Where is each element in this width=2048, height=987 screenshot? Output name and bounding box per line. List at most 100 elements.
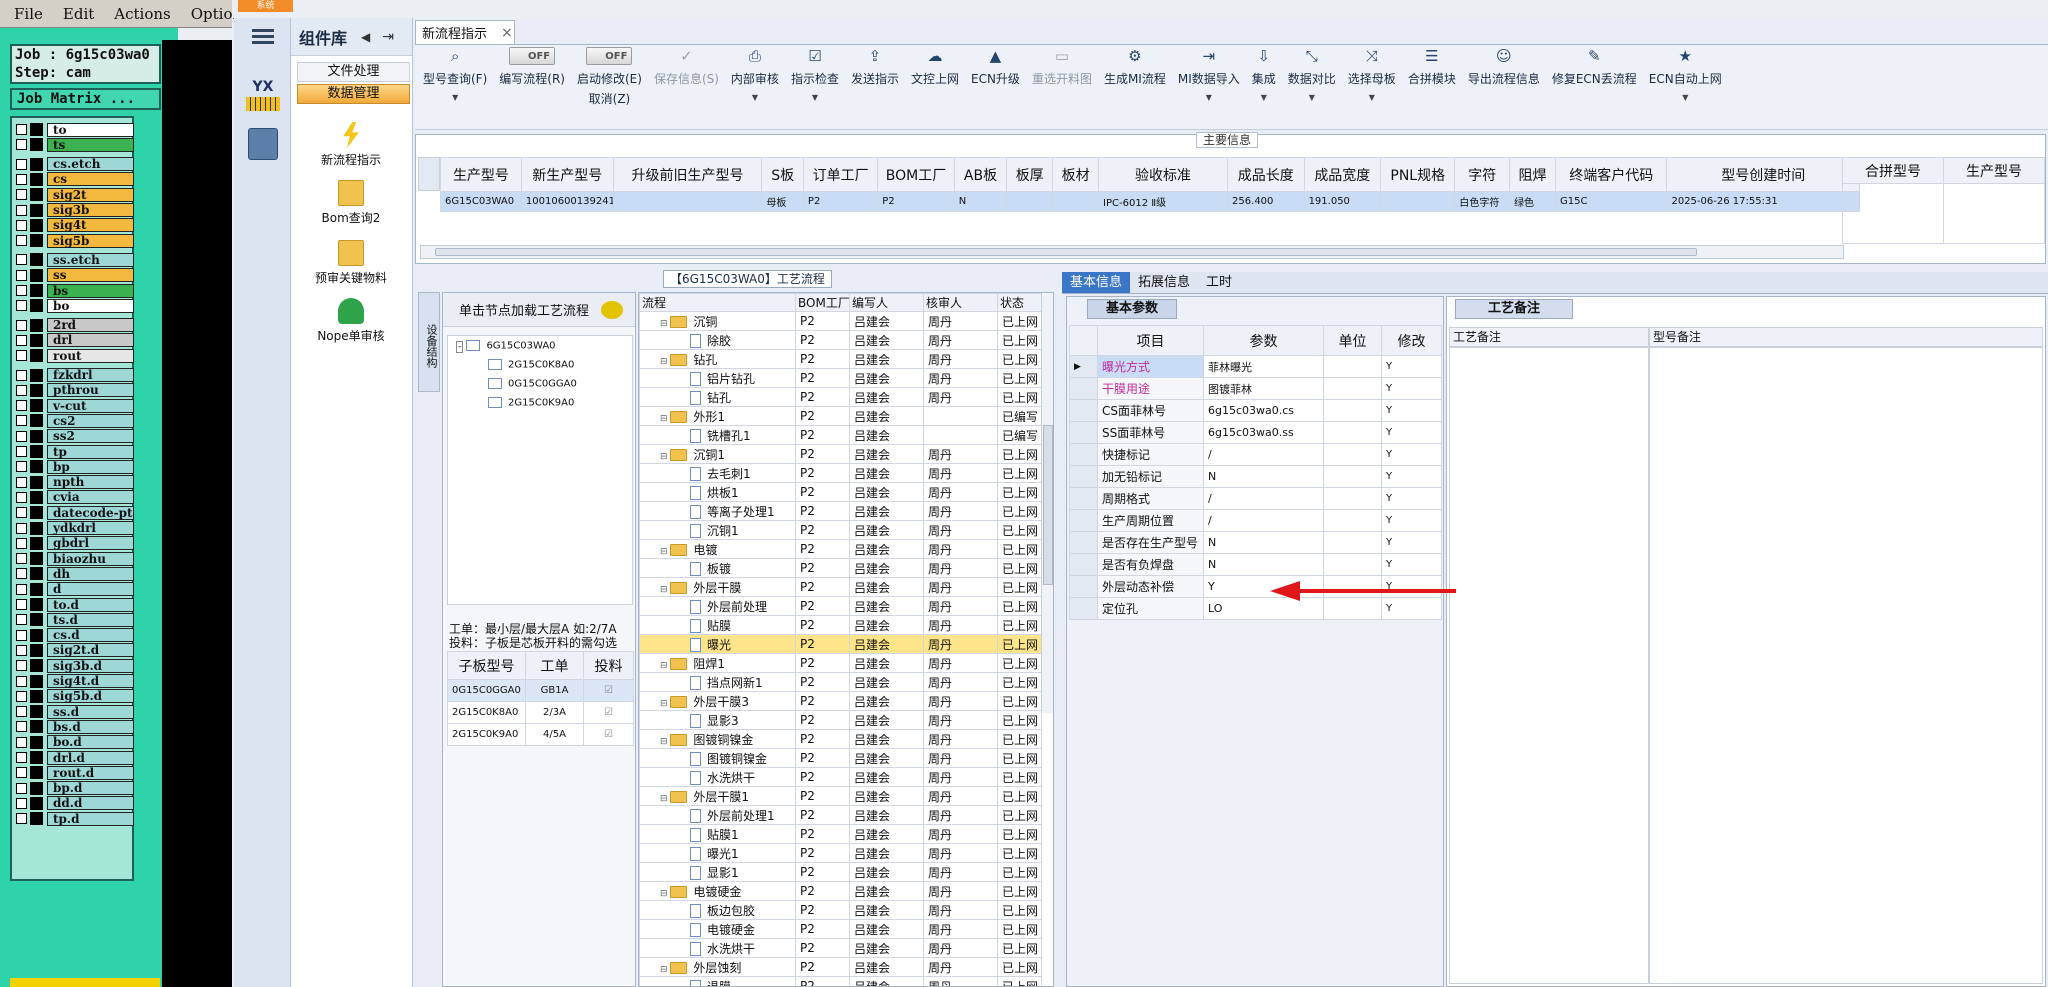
param-value[interactable]: N	[1203, 465, 1324, 488]
flow-row[interactable]: ⊟ 外形1 P2 吕建会 已编写	[639, 406, 1042, 426]
flow-row[interactable]: 曝光1 P2 吕建会 周丹 已上网	[639, 843, 1042, 863]
param-row[interactable]: 生产周期位置 / Y	[1069, 509, 1442, 532]
toolbar-button[interactable]: ⚙ 生成MI流程	[1098, 45, 1172, 117]
layer-checkbox[interactable]	[16, 300, 27, 312]
column-header[interactable]: 流程	[639, 293, 796, 312]
nav-data-management[interactable]: 数据管理	[297, 84, 410, 104]
layer-row[interactable]: bp.d	[16, 781, 134, 796]
layer-row[interactable]: bs.d	[16, 719, 134, 734]
layer-row[interactable]: cs2	[16, 413, 134, 428]
column-header[interactable]: 状态	[997, 293, 1042, 312]
flow-row[interactable]: ⊟ 外层干膜1 P2 吕建会 周丹 已上网	[639, 786, 1042, 806]
column-header[interactable]: 单位	[1323, 325, 1382, 356]
layer-row[interactable]: sig5b	[16, 233, 134, 248]
toolbar-button[interactable]: ⇪ 发送指示	[845, 45, 905, 117]
layer-row[interactable]: rout.d	[16, 765, 134, 780]
layer-row[interactable]: sig3b	[16, 203, 134, 218]
flow-row[interactable]: 水洗烘干 P2 吕建会 周丹 已上网	[639, 767, 1042, 787]
job-matrix-button[interactable]: Job Matrix ...	[10, 88, 161, 110]
layer-row[interactable]: bo.d	[16, 735, 134, 750]
column-header[interactable]: 核审人	[923, 293, 998, 312]
column-header[interactable]: 项目	[1097, 325, 1204, 356]
layer-row[interactable]: cs.etch	[16, 157, 134, 172]
layer-checkbox[interactable]	[16, 690, 27, 702]
craft-notes-tab[interactable]: 工艺备注	[1455, 299, 1574, 319]
param-value[interactable]: /	[1203, 443, 1324, 466]
layer-row[interactable]: ss2	[16, 429, 134, 444]
flow-row[interactable]: ⊟ 电镀硬金 P2 吕建会 周丹 已上网	[639, 881, 1042, 901]
chat-bubble-icon[interactable]	[601, 300, 624, 319]
param-row[interactable]: 快捷标记 / Y	[1069, 443, 1442, 466]
layer-row[interactable]: 2rd	[16, 318, 134, 333]
dropdown-arrow-icon[interactable]: ▼	[1309, 93, 1315, 102]
flow-row[interactable]: 电镀硬金 P2 吕建会 周丹 已上网	[639, 919, 1042, 939]
cell[interactable]: 母板	[761, 191, 804, 212]
layer-checkbox[interactable]	[16, 189, 27, 201]
tab-basic-info[interactable]: 基本信息	[1062, 272, 1131, 293]
column-header[interactable]: 终端客户代码	[1554, 157, 1668, 192]
flow-row[interactable]: 曝光 P2 吕建会 周丹 已上网	[639, 634, 1042, 654]
column-header[interactable]: 成品宽度	[1303, 157, 1382, 192]
column-header[interactable]: 验收标准	[1098, 157, 1229, 192]
layer-checkbox[interactable]	[16, 583, 27, 595]
layer-checkbox[interactable]	[16, 446, 27, 457]
layer-checkbox[interactable]	[16, 660, 27, 672]
toolbar-button[interactable]: ▲ ECN升级	[965, 45, 1026, 117]
column-header[interactable]: 合拼型号	[1842, 157, 1944, 184]
toolbar-button[interactable]: ✓ 保存信息(S)	[648, 45, 725, 117]
cell[interactable]	[1380, 191, 1456, 212]
layer-row[interactable]: cs.d	[16, 628, 134, 643]
layer-checkbox[interactable]	[16, 507, 27, 519]
calculator-icon[interactable]	[248, 128, 278, 160]
column-header[interactable]: 订单工厂	[802, 157, 879, 192]
column-header[interactable]: 型号创建时间	[1666, 157, 1860, 192]
yx-logo-icon[interactable]: YX	[246, 80, 280, 116]
toolbar-button[interactable]: ⤡ 数据对比 ▼	[1282, 45, 1342, 117]
flow-row[interactable]: ⊟ 沉铜 P2 吕建会 周丹 已上网	[639, 311, 1042, 331]
flow-row[interactable]: 退膜 P2 吕建会 周丹 已上网	[639, 976, 1042, 986]
layer-checkbox[interactable]	[16, 124, 27, 135]
menu-actions[interactable]: Actions	[114, 5, 170, 23]
layer-row[interactable]: tp.d	[16, 811, 134, 826]
cell[interactable]: 白色字符	[1454, 191, 1511, 212]
layer-row[interactable]: ydkdrl	[16, 521, 134, 536]
layer-checkbox[interactable]	[16, 319, 27, 331]
dropdown-arrow-icon[interactable]: ▼	[752, 93, 758, 102]
layer-row[interactable]: biaozhu	[16, 551, 134, 566]
table-row[interactable]: 0G15C0GGA0 GB1A ☑	[447, 679, 634, 702]
layer-checkbox[interactable]	[16, 491, 27, 503]
dropdown-arrow-icon[interactable]: ▼	[1682, 93, 1688, 102]
launch-item[interactable]: 新流程指示	[291, 122, 411, 168]
layer-checkbox[interactable]	[16, 173, 27, 185]
tab-new-flow[interactable]: 新流程指示 ×	[415, 20, 515, 44]
tab-extended-info[interactable]: 拓展信息	[1130, 272, 1198, 293]
param-row[interactable]: 加无铅标记 N Y	[1069, 465, 1442, 488]
flow-row[interactable]: 挡点网新1 P2 吕建会 周丹 已上网	[639, 672, 1042, 692]
flow-row[interactable]: 水洗烘干 P2 吕建会 周丹 已上网	[639, 938, 1042, 958]
column-header[interactable]: 板材	[1052, 157, 1100, 192]
param-row[interactable]: SS面菲林号 6g15c03wa0.ss Y	[1069, 421, 1442, 444]
layer-checkbox[interactable]	[16, 537, 27, 549]
layer-checkbox[interactable]	[16, 767, 27, 779]
column-header[interactable]: 成品长度	[1227, 157, 1305, 192]
horizontal-scrollbar[interactable]	[420, 245, 1844, 259]
nav-file-processing[interactable]: 文件处理	[297, 62, 410, 82]
cell[interactable]: G15C	[1554, 191, 1668, 212]
layer-row[interactable]: ts.d	[16, 612, 134, 627]
layer-row[interactable]: sig5b.d	[16, 689, 134, 704]
param-value[interactable]: N	[1203, 531, 1324, 554]
flow-row[interactable]: 沉铜1 P2 吕建会 周丹 已上网	[639, 520, 1042, 540]
dropdown-arrow-icon[interactable]: ▼	[1206, 93, 1212, 102]
layer-row[interactable]: ss.d	[16, 704, 134, 719]
layer-checkbox[interactable]	[16, 813, 27, 825]
param-value[interactable]: N	[1203, 553, 1324, 576]
column-header[interactable]: 投料	[583, 651, 634, 680]
dropdown-arrow-icon[interactable]: ▼	[1261, 93, 1267, 102]
flow-row[interactable]: ⊟ 电镀 P2 吕建会 周丹 已上网	[639, 539, 1042, 559]
layer-row[interactable]: bp	[16, 459, 134, 474]
tab-working-hours[interactable]: 工时	[1198, 272, 1240, 293]
toggle-switch[interactable]: OFF	[509, 47, 556, 65]
cell[interactable]: 6G15C03WA0	[440, 191, 522, 212]
layer-checkbox[interactable]	[16, 461, 27, 473]
tree-child[interactable]: 0G15C0GGA0	[488, 378, 577, 390]
